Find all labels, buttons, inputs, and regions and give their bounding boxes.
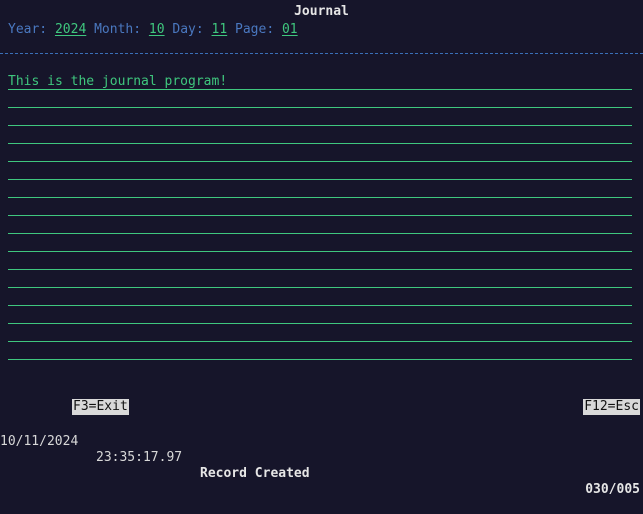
terminal-screen: Journal Year: 2024 Month: 10 Day: 11 Pag… [0,0,643,497]
journal-entry-line-14[interactable] [8,306,632,324]
f3-exit-key[interactable]: F3=Exit [72,399,129,415]
journal-entry-line-5[interactable] [8,144,632,162]
journal-entry-line-13[interactable] [8,288,632,306]
journal-entry-line-10[interactable] [8,234,632,252]
journal-entry-line-15[interactable] [8,324,632,342]
day-label: Day: [172,22,204,37]
journal-entry-line-1[interactable]: This is the journal program! [8,72,632,90]
status-date: 10/11/2024 [0,434,79,449]
page-field[interactable]: 01 [282,22,298,37]
date-page-header: Year: 2024 Month: 10 Day: 11 Page: 01 [8,22,298,38]
page-label: Page: [235,22,275,37]
journal-entry-line-7[interactable] [8,180,632,198]
journal-entry-line-3[interactable] [8,108,632,126]
journal-entry-area: This is the journal program! [8,72,632,360]
month-field[interactable]: 10 [149,22,165,37]
journal-entry-line-11[interactable] [8,252,632,270]
status-bar: 10/11/2024 23:35:17.97 Record Created 03… [0,418,643,514]
screen-title: Journal [294,4,349,19]
journal-entry-line-8[interactable] [8,198,632,216]
month-label: Month: [94,22,142,37]
record-counter: 030/005 [585,482,640,497]
journal-entry-line-4[interactable] [8,126,632,144]
status-time: 23:35:17.97 [96,450,183,465]
day-field[interactable]: 11 [212,22,228,37]
journal-entry-line-9[interactable] [8,216,632,234]
f12-esc-key[interactable]: F12=Esc [583,399,640,415]
year-field[interactable]: 2024 [55,22,86,37]
header-separator [0,53,643,54]
journal-entry-line-12[interactable] [8,270,632,288]
status-message: Record Created [200,466,310,481]
journal-entry-line-16[interactable] [8,342,632,360]
journal-entry-line-2[interactable] [8,90,632,108]
journal-entry-line-6[interactable] [8,162,632,180]
year-label: Year: [8,22,48,37]
